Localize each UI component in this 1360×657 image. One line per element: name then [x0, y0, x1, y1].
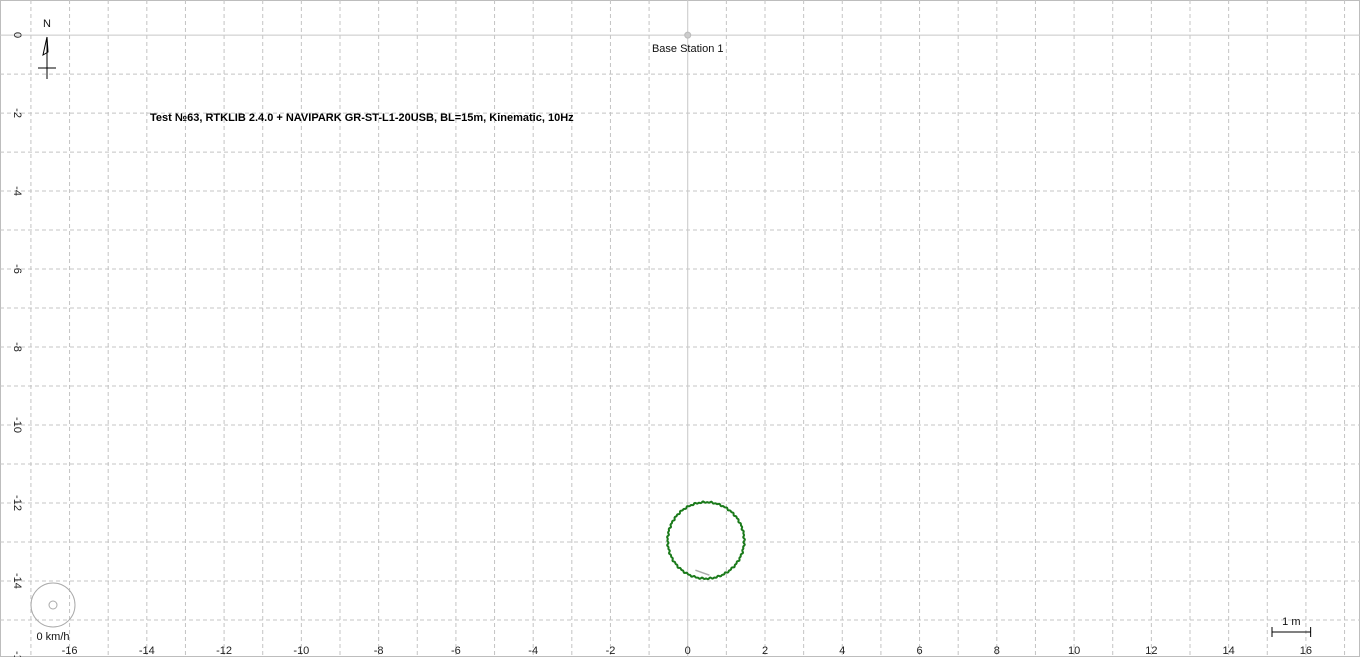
north-label: N — [43, 18, 51, 30]
scale-label: 1 m — [1282, 616, 1300, 628]
rtk-track-plot: -16 -14 -12 -10 -8 -6 -4 -2 0 2 4 6 8 10 12 14 16 0 -2 -4 -… — [0, 0, 1360, 657]
base-station-label: Base Station 1 — [652, 43, 724, 55]
x-tick-label: 8 — [994, 645, 1000, 657]
y-tick-label: -14 — [11, 573, 23, 589]
x-tick-label: -12 — [216, 645, 232, 657]
y-tick-label: -16 — [11, 651, 23, 657]
x-tick-label: -16 — [62, 645, 78, 657]
y-tick-label: -10 — [11, 417, 23, 433]
y-tick-label: -4 — [11, 186, 23, 196]
x-tick-label: 12 — [1145, 645, 1157, 657]
x-tick-label: 14 — [1223, 645, 1235, 657]
y-tick-label: -2 — [11, 108, 23, 118]
x-tick-label: -8 — [374, 645, 384, 657]
x-tick-label: 6 — [916, 645, 922, 657]
x-tick-label: 2 — [762, 645, 768, 657]
x-tick-label: -6 — [451, 645, 461, 657]
chart-title: Test №63, RTKLIB 2.4.0 + NAVIPARK GR-ST-… — [150, 112, 574, 124]
speed-label: 0 km/h — [36, 631, 69, 643]
y-tick-label: -6 — [11, 264, 23, 274]
x-tick-label: -2 — [606, 645, 616, 657]
x-tick-label: -14 — [139, 645, 155, 657]
x-tick-label: -10 — [293, 645, 309, 657]
x-tick-label: 4 — [839, 645, 845, 657]
x-tick-label: -4 — [528, 645, 538, 657]
base-station-marker — [684, 31, 692, 39]
y-tick-label: -8 — [11, 342, 23, 352]
x-tick-label: 10 — [1068, 645, 1080, 657]
y-tick-label: 0 — [11, 32, 23, 38]
x-tick-label: 16 — [1300, 645, 1312, 657]
x-tick-label: 0 — [685, 645, 691, 657]
y-tick-label: -12 — [11, 495, 23, 511]
